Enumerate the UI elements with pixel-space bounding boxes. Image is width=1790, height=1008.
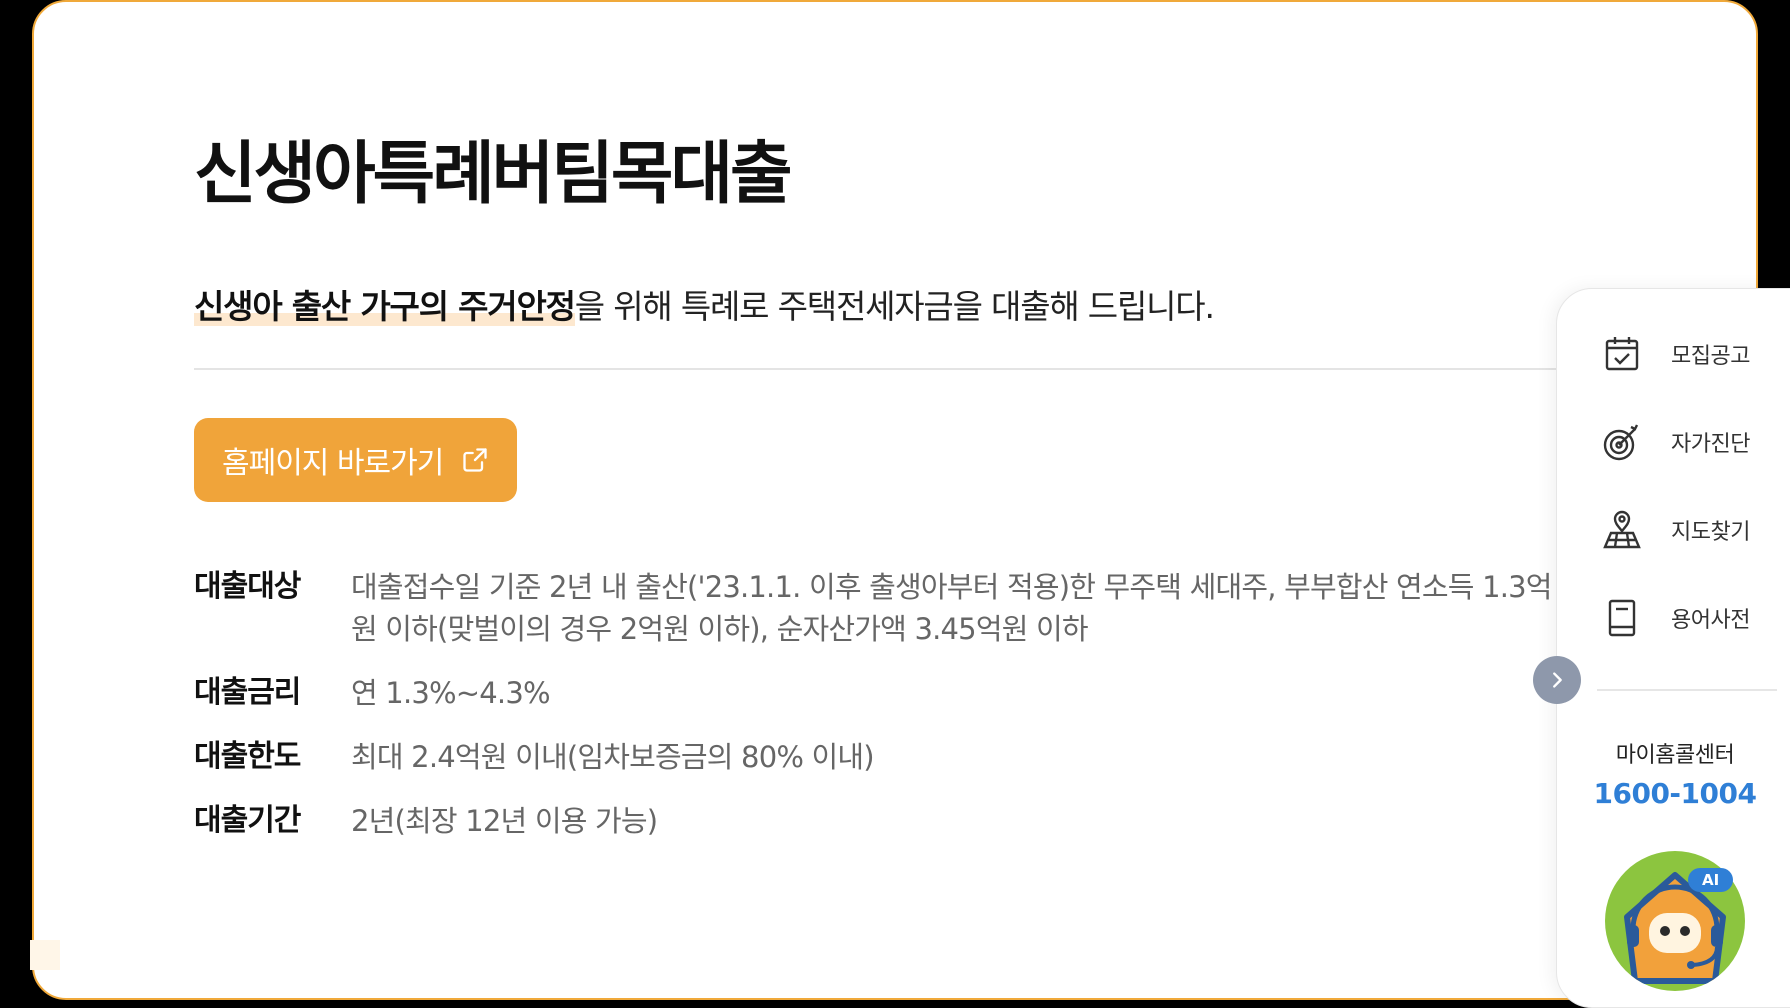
info-label: 대출기간: [194, 803, 301, 838]
quick-item-self-check[interactable]: 자가진단: [1601, 421, 1750, 463]
calendar-check-icon: [1605, 337, 1639, 371]
info-value: 대출접수일 기준 2년 내 출산('23.1.1. 이후 출생아부터 적용)한 …: [351, 570, 1552, 646]
quick-menu-toggle-button[interactable]: [1533, 656, 1581, 704]
external-link-icon: [463, 448, 488, 472]
page-subtitle: 신생아 출산 가구의 주거안정을 위해 특례로 주택전세자금을 대출해 드립니다…: [194, 284, 1554, 330]
quick-item-label: 자가진단: [1671, 432, 1750, 457]
target-icon: [1603, 424, 1639, 461]
info-row-rate: 대출금리 연 1.3%~4.3%: [194, 672, 1554, 714]
divider: [194, 368, 1594, 370]
background-corner: [30, 940, 60, 970]
info-value: 2년(최장 12년 이용 가능): [351, 804, 658, 838]
homepage-link-button[interactable]: 홈페이지 바로가기: [194, 418, 518, 502]
page-title: 신생아특례버팀목대출: [194, 135, 793, 214]
info-value: 최대 2.4억원 이내(임차보증금의 80% 이내): [351, 740, 875, 774]
quick-item-label: 모집공고: [1671, 344, 1750, 369]
loan-info-list: 대출대상 대출접수일 기준 2년 내 출산('23.1.1. 이후 출생아부터 …: [194, 566, 1554, 842]
left-dark-strip: [0, 0, 32, 970]
info-row-target: 대출대상 대출접수일 기준 2년 내 출산('23.1.1. 이후 출생아부터 …: [194, 566, 1554, 650]
ai-badge: AI: [1688, 868, 1734, 892]
quick-item-label: 용어사전: [1671, 608, 1750, 633]
info-row-limit: 대출한도 최대 2.4억원 이내(임차보증금의 80% 이내): [194, 736, 1554, 778]
quick-menu-divider: [1597, 689, 1777, 691]
quick-menu: 모집공고 자가진단 지도찾기 용어사전 마이홈콜센터 1600-1004: [1556, 288, 1790, 1008]
info-label: 대출대상: [194, 569, 301, 604]
quick-item-glossary[interactable]: 용어사전: [1601, 597, 1750, 639]
info-label: 대출금리: [194, 675, 301, 710]
info-row-period: 대출기간 2년(최장 12년 이용 가능): [194, 800, 1554, 842]
book-icon: [1608, 599, 1636, 637]
chevron-right-icon: [1553, 672, 1562, 688]
map-pin-icon: [1603, 510, 1641, 549]
quick-item-map[interactable]: 지도찾기: [1601, 509, 1750, 551]
info-value: 연 1.3%~4.3%: [351, 676, 551, 710]
homepage-button-label: 홈페이지 바로가기: [222, 446, 444, 481]
subtitle-text: 을 위해 특례로 주택전세자금을 대출해 드립니다.: [574, 287, 1215, 326]
call-center: 마이홈콜센터 1600-1004: [1557, 737, 1790, 810]
call-center-name: 마이홈콜센터: [1615, 743, 1735, 768]
call-center-number[interactable]: 1600-1004: [1557, 777, 1790, 810]
quick-item-label: 지도찾기: [1671, 520, 1750, 545]
main-content: 신생아특례버팀목대출 신생아 출산 가구의 주거안정을 위해 특례로 주택전세자…: [194, 130, 1594, 864]
quick-item-notice[interactable]: 모집공고: [1601, 333, 1750, 375]
subtitle-highlight: 신생아 출산 가구의 주거안정: [194, 287, 576, 326]
info-label: 대출한도: [194, 739, 301, 774]
